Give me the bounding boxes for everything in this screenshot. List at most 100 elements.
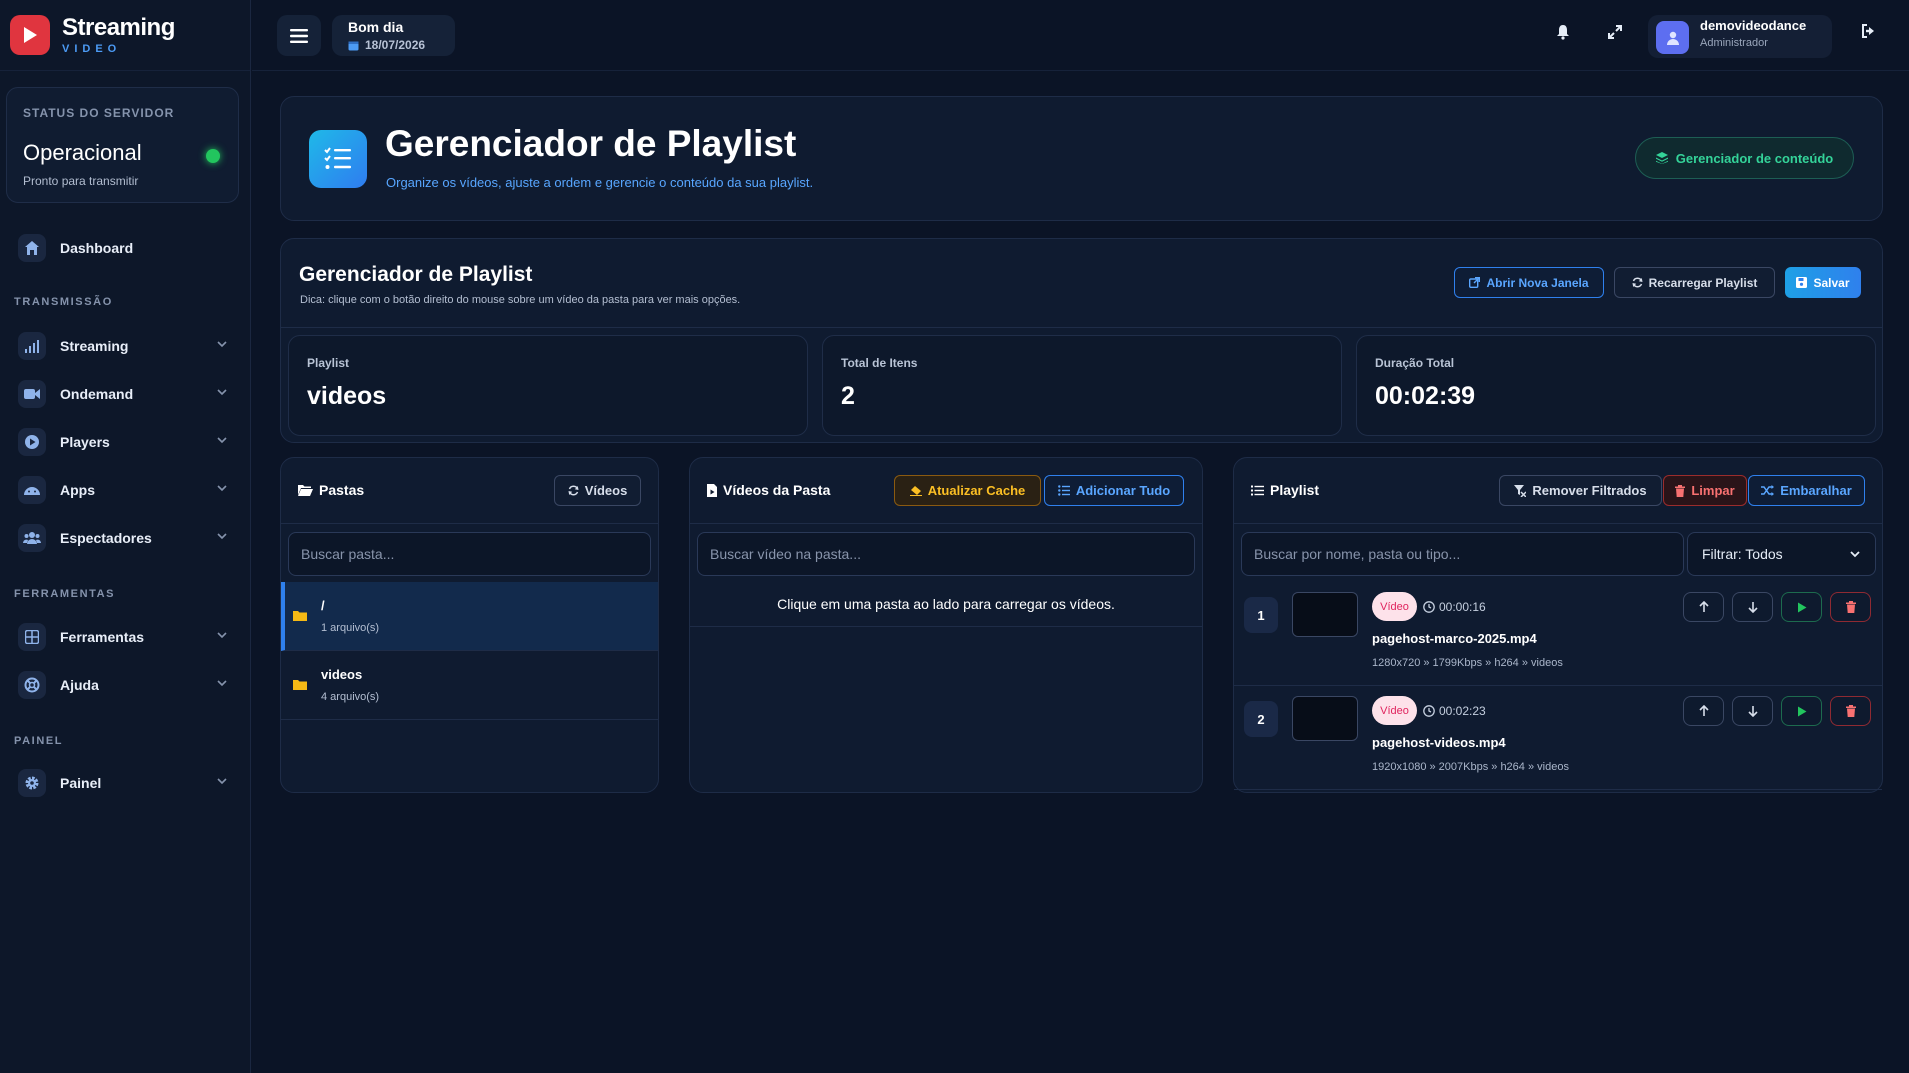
stat-value: 00:02:39 — [1375, 382, 1476, 410]
sidebar-item-label: Painel — [60, 775, 102, 791]
update-cache-button[interactable]: Atualizar Cache — [894, 475, 1041, 506]
brand[interactable]: Streaming VIDEO — [0, 0, 250, 71]
move-down-button[interactable] — [1732, 696, 1773, 726]
reload-playlist-button[interactable]: Recarregar Playlist — [1614, 267, 1775, 298]
content-manager-label: Gerenciador de conteúdo — [1675, 150, 1834, 166]
clear-button[interactable]: Limpar — [1663, 475, 1747, 506]
play-logo-icon — [10, 15, 50, 55]
stat-value: 2 — [841, 382, 855, 410]
play-button[interactable] — [1781, 696, 1822, 726]
chevron-down-icon — [217, 485, 227, 492]
stat-card-total-items: Total de Itens 2 — [822, 335, 1342, 436]
move-up-button[interactable] — [1683, 592, 1724, 622]
sidebar-item-espectadores[interactable]: Espectadores — [18, 520, 228, 556]
row-number: 2 — [1244, 701, 1278, 737]
sidebar-item-ferramentas[interactable]: Ferramentas — [18, 619, 228, 655]
shuffle-button[interactable]: Embaralhar — [1748, 475, 1865, 506]
page-title: Gerenciador de Playlist — [385, 123, 797, 164]
playlist-row[interactable]: 2 Vídeo 00:02:23 pagehost-videos.mp4 192… — [1234, 686, 1882, 790]
chevron-down-icon — [217, 389, 227, 396]
arrow-up-icon — [1698, 705, 1709, 716]
user-name: demovideodance — [1700, 18, 1807, 33]
stat-label: Playlist — [307, 356, 350, 370]
arrow-down-icon — [1747, 602, 1758, 613]
folder-name: / — [321, 598, 325, 613]
playlist-filter-select[interactable]: Filtrar: Todos — [1687, 532, 1876, 576]
chevron-down-icon — [217, 632, 227, 639]
sidebar-item-label: Dashboard — [60, 240, 134, 256]
remove-filtered-label: Remover Filtrados — [1532, 483, 1647, 498]
panel-header: Vídeos da Pasta Atualizar Cache Adiciona… — [690, 458, 1202, 524]
chevron-down-icon — [217, 341, 227, 348]
folder-file-count: 1 arquivo(s) — [321, 622, 380, 634]
video-search-input[interactable] — [697, 532, 1195, 576]
playlist-manager-card: Gerenciador de Playlist Dica: clique com… — [280, 238, 1883, 443]
delete-button[interactable] — [1830, 696, 1871, 726]
sidebar-item-painel[interactable]: Painel — [18, 765, 228, 801]
grid-icon — [18, 623, 46, 651]
panel-title: Vídeos da Pasta — [707, 482, 830, 498]
user-menu[interactable]: demovideodance Administrador — [1648, 15, 1832, 58]
divider — [281, 327, 1882, 328]
chevron-down-icon — [217, 680, 227, 687]
folder-item[interactable]: videos 4 arquivo(s) — [281, 651, 658, 720]
save-button[interactable]: Salvar — [1785, 267, 1861, 298]
shuffle-icon — [1761, 485, 1775, 496]
folder-search-input[interactable] — [288, 532, 651, 576]
expand-icon[interactable] — [1607, 24, 1623, 40]
filter-remove-icon — [1514, 484, 1527, 497]
move-down-button[interactable] — [1732, 592, 1773, 622]
remove-filtered-button[interactable]: Remover Filtrados — [1499, 475, 1662, 506]
delete-button[interactable] — [1830, 592, 1871, 622]
type-badge: Vídeo — [1372, 592, 1417, 621]
playlist-search-input[interactable] — [1241, 532, 1684, 576]
calendar-icon — [348, 41, 359, 50]
play-button[interactable] — [1781, 592, 1822, 622]
logout-icon[interactable] — [1861, 24, 1877, 38]
server-status-value: Operacional — [23, 140, 142, 165]
sidebar-item-apps[interactable]: Apps — [18, 472, 228, 508]
topbar: Bom dia 18/07/2026 demovideodance Admini… — [252, 0, 1909, 71]
stat-label: Duração Total — [1375, 356, 1455, 370]
section-tip: Dica: clique com o botão direito do mous… — [300, 294, 741, 306]
move-up-button[interactable] — [1683, 696, 1724, 726]
folder-name: videos — [321, 667, 363, 682]
sidebar-item-label: Streaming — [60, 338, 129, 354]
sidebar-item-label: Ajuda — [60, 677, 99, 693]
panel-title-label: Vídeos da Pasta — [723, 482, 831, 498]
list-icon — [1251, 485, 1264, 495]
add-all-button[interactable]: Adicionar Tudo — [1044, 475, 1184, 506]
duration-row: 00:00:16 — [1423, 600, 1486, 614]
trash-icon — [1675, 484, 1686, 497]
arrow-down-icon — [1747, 706, 1758, 717]
gear-icon — [18, 769, 46, 797]
playlist-row[interactable]: 1 Vídeo 00:00:16 pagehost-marco-2025.mp4… — [1234, 582, 1882, 686]
bell-icon[interactable] — [1556, 24, 1570, 40]
trash-icon — [1845, 601, 1856, 613]
server-status-sub: Pronto para transmitir — [23, 174, 139, 188]
folder-item[interactable]: / 1 arquivo(s) — [281, 582, 658, 651]
content-manager-button[interactable]: Gerenciador de conteúdo — [1635, 137, 1854, 179]
empty-state-message: Clique em uma pasta ao lado para carrega… — [690, 582, 1202, 627]
sidebar-item-label: Ondemand — [60, 386, 134, 402]
duration: 00:00:16 — [1439, 600, 1486, 614]
panel-title-label: Playlist — [1270, 482, 1320, 498]
sidebar-item-ondemand[interactable]: Ondemand — [18, 376, 228, 412]
shuffle-label: Embaralhar — [1780, 483, 1852, 498]
video-camera-icon — [18, 380, 46, 408]
refresh-icon — [1632, 277, 1643, 288]
videos-refresh-button[interactable]: Vídeos — [554, 475, 641, 506]
folders-panel: Pastas Vídeos / 1 arquivo(s) videos 4 ar… — [280, 457, 659, 793]
sidebar-item-players[interactable]: Players — [18, 424, 228, 460]
sidebar-item-dashboard[interactable]: Dashboard — [18, 230, 228, 266]
sidebar-item-streaming[interactable]: Streaming — [18, 328, 228, 364]
chevron-down-icon — [217, 533, 227, 540]
sidebar-item-ajuda[interactable]: Ajuda — [18, 667, 228, 703]
add-all-label: Adicionar Tudo — [1075, 483, 1171, 498]
open-new-window-button[interactable]: Abrir Nova Janela — [1454, 267, 1604, 298]
panel-title-label: Pastas — [319, 482, 365, 498]
play-circle-icon — [18, 428, 46, 456]
sidebar-item-label: Espectadores — [60, 530, 152, 546]
layers-icon — [1655, 152, 1668, 164]
menu-toggle-button[interactable] — [277, 15, 321, 56]
